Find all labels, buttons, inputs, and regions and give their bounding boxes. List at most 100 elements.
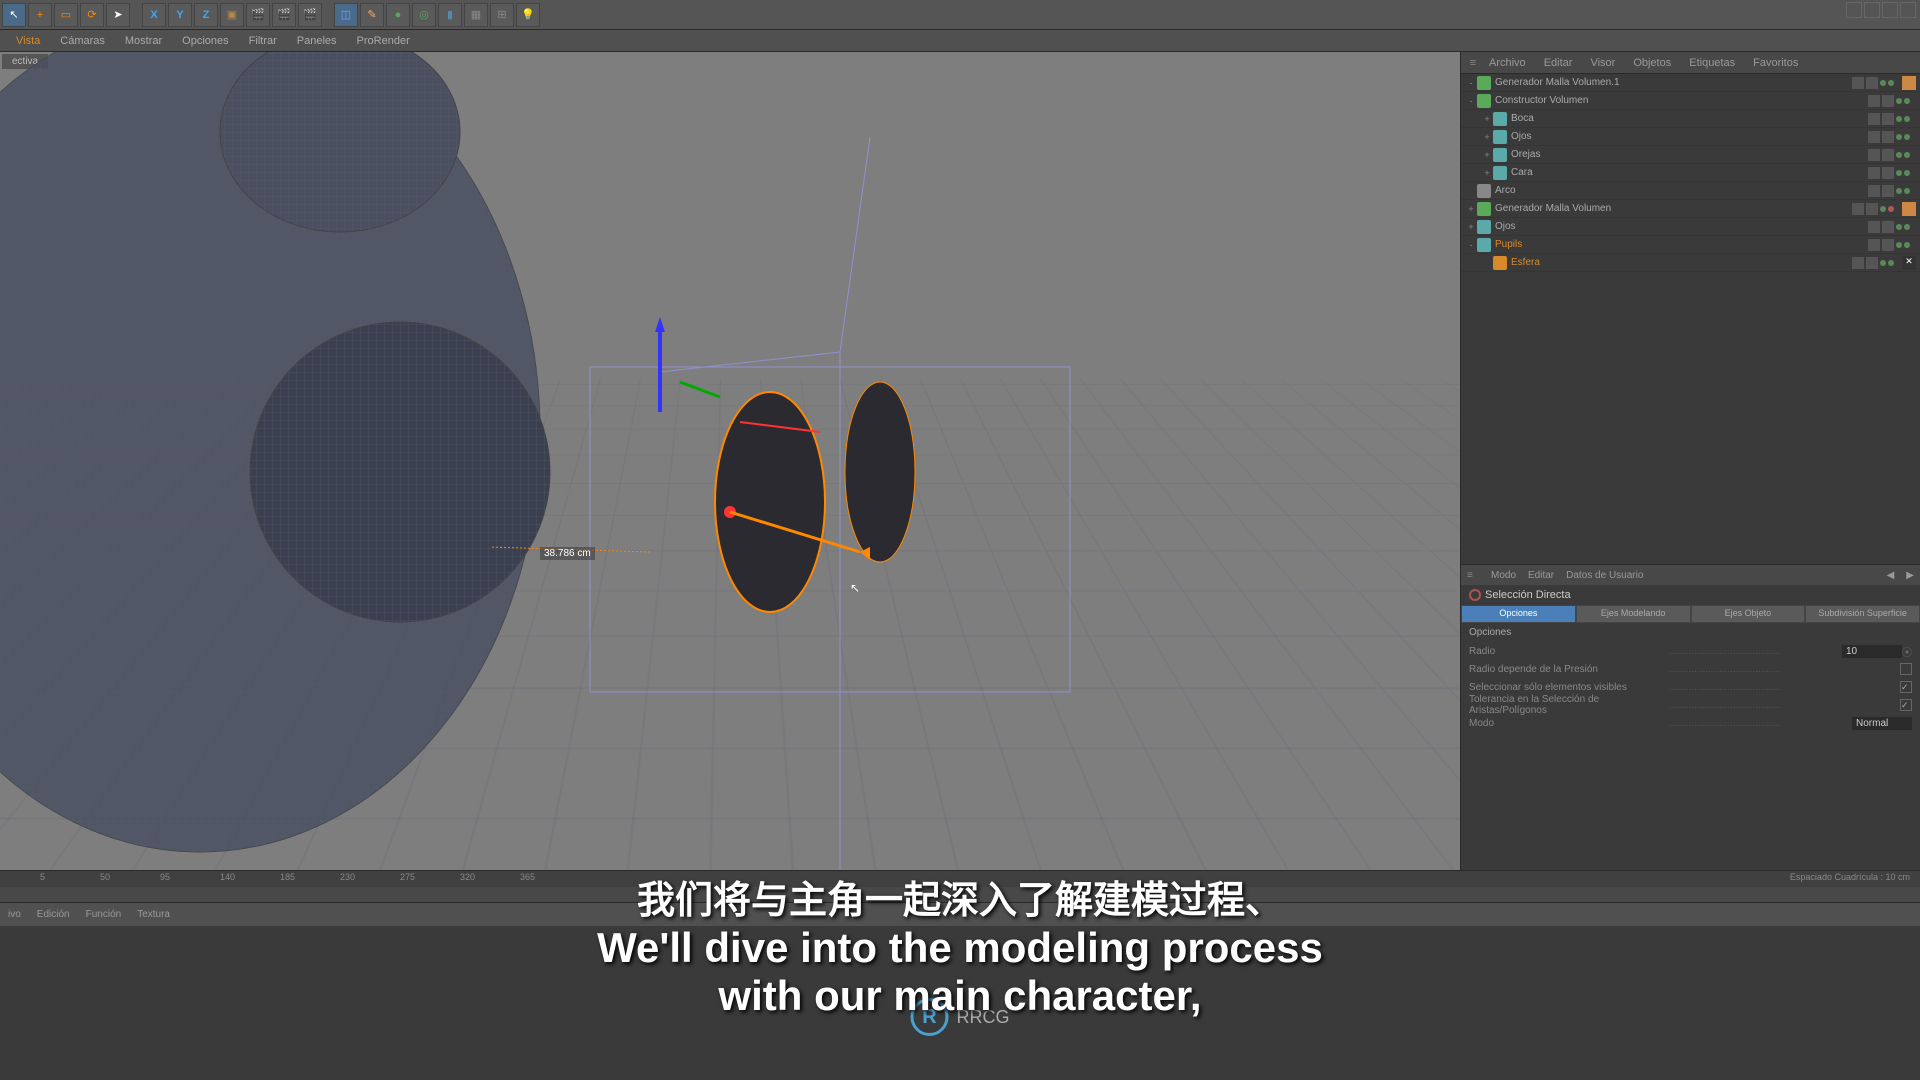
- object-tree[interactable]: - Generador Malla Volumen.1 - Constructor V…: [1461, 74, 1920, 564]
- axis-z-button[interactable]: Z: [194, 3, 218, 27]
- attr-tab-ejes-objeto[interactable]: Ejes Objeto: [1691, 605, 1806, 623]
- layer-check[interactable]: [1868, 221, 1880, 233]
- attr-menu-editar[interactable]: Editar: [1528, 570, 1554, 581]
- layer-check[interactable]: [1852, 203, 1864, 215]
- expand-icon[interactable]: +: [1481, 150, 1493, 160]
- bottom-edicion[interactable]: Edición: [37, 909, 70, 920]
- object-name[interactable]: Boca: [1511, 113, 1868, 124]
- viewport-3d[interactable]: ectiva: [0, 52, 1460, 870]
- visibility-dot[interactable]: [1888, 80, 1894, 86]
- tree-row-ojos[interactable]: +Ojos: [1461, 218, 1920, 236]
- bottom-ivo[interactable]: ivo: [8, 909, 21, 920]
- menu-filtrar[interactable]: Filtrar: [239, 32, 287, 50]
- visibility-dot[interactable]: [1896, 98, 1902, 104]
- object-name[interactable]: Cara: [1511, 167, 1868, 178]
- attr-value[interactable]: Normal: [1852, 717, 1912, 730]
- tree-row-esfera[interactable]: Esfera ✕: [1461, 254, 1920, 272]
- phong-tag-icon[interactable]: [1902, 202, 1916, 216]
- tree-row-generador-malla-volumen-1[interactable]: - Generador Malla Volumen.1: [1461, 74, 1920, 92]
- visibility-dot[interactable]: [1880, 80, 1886, 86]
- layer-check[interactable]: [1882, 167, 1894, 179]
- layer-check[interactable]: [1868, 113, 1880, 125]
- visibility-dot[interactable]: [1896, 152, 1902, 158]
- object-name[interactable]: Generador Malla Volumen.1: [1495, 77, 1852, 88]
- layer-check[interactable]: [1882, 113, 1894, 125]
- tool-refresh[interactable]: ⟳: [80, 3, 104, 27]
- layer-check[interactable]: [1882, 185, 1894, 197]
- layer-check[interactable]: [1852, 77, 1864, 89]
- attr-menu-modo[interactable]: Modo: [1491, 570, 1516, 581]
- expand-icon[interactable]: +: [1465, 204, 1477, 214]
- tool-cam3[interactable]: 🎬: [298, 3, 322, 27]
- tree-row-orejas[interactable]: + Orejas: [1461, 146, 1920, 164]
- vp-icon-4[interactable]: [1900, 2, 1916, 18]
- expand-icon[interactable]: +: [1481, 114, 1493, 124]
- axis-y-button[interactable]: Y: [168, 3, 192, 27]
- obj-menu-archivo[interactable]: Archivo: [1481, 55, 1534, 71]
- attr-checkbox[interactable]: [1900, 681, 1912, 693]
- obj-menu-etiquetas[interactable]: Etiquetas: [1681, 55, 1743, 71]
- expand-icon[interactable]: -: [1465, 78, 1477, 88]
- timeline[interactable]: Espaciado Cuadrícula : 10 cm 55095140185…: [0, 870, 1920, 902]
- layer-check[interactable]: [1852, 257, 1864, 269]
- obj-menu-favoritos[interactable]: Favoritos: [1745, 55, 1806, 71]
- tool-cam1[interactable]: 🎬: [246, 3, 270, 27]
- menu-prorender[interactable]: ProRender: [347, 32, 420, 50]
- tool-rect[interactable]: ▭: [54, 3, 78, 27]
- vp-icon-2[interactable]: [1864, 2, 1880, 18]
- tool-light[interactable]: 💡: [516, 3, 540, 27]
- visibility-dot[interactable]: [1880, 206, 1886, 212]
- visibility-dot[interactable]: [1904, 188, 1910, 194]
- layer-check[interactable]: [1868, 149, 1880, 161]
- tree-row-generador-malla-volumen[interactable]: + Generador Malla Volumen: [1461, 200, 1920, 218]
- phong-tag-icon[interactable]: [1902, 76, 1916, 90]
- object-name[interactable]: Esfera: [1511, 257, 1852, 268]
- object-name[interactable]: Generador Malla Volumen: [1495, 203, 1852, 214]
- layer-check[interactable]: [1866, 257, 1878, 269]
- expand-icon[interactable]: +: [1465, 222, 1477, 232]
- visibility-dot[interactable]: [1904, 98, 1910, 104]
- visibility-dot[interactable]: [1880, 260, 1886, 266]
- layer-check[interactable]: [1868, 131, 1880, 143]
- tool-cube[interactable]: ▣: [220, 3, 244, 27]
- obj-menu-objetos[interactable]: Objetos: [1625, 55, 1679, 71]
- tool-capsule[interactable]: ▮: [438, 3, 462, 27]
- attr-nav-prev[interactable]: ◀: [1887, 570, 1895, 581]
- object-name[interactable]: Orejas: [1511, 149, 1868, 160]
- tool-deform[interactable]: ⊞: [490, 3, 514, 27]
- obj-menu-editar[interactable]: Editar: [1536, 55, 1581, 71]
- tool-pen[interactable]: ✎: [360, 3, 384, 27]
- attr-checkbox[interactable]: [1900, 699, 1912, 711]
- visibility-dot[interactable]: [1904, 134, 1910, 140]
- menu-vista[interactable]: Vista: [6, 32, 50, 50]
- visibility-dot[interactable]: [1896, 116, 1902, 122]
- tool-plus[interactable]: +: [28, 3, 52, 27]
- tree-row-cara[interactable]: + Cara: [1461, 164, 1920, 182]
- attr-nav-next[interactable]: ▶: [1906, 570, 1914, 581]
- tag-icon[interactable]: ✕: [1902, 256, 1916, 270]
- layer-check[interactable]: [1868, 95, 1880, 107]
- visibility-dot[interactable]: [1904, 224, 1910, 230]
- tool-primitive[interactable]: ◫: [334, 3, 358, 27]
- expand-icon[interactable]: +: [1481, 168, 1493, 178]
- visibility-dot[interactable]: [1888, 260, 1894, 266]
- expand-icon[interactable]: -: [1465, 96, 1477, 106]
- visibility-dot[interactable]: [1888, 206, 1894, 212]
- object-name[interactable]: Ojos: [1511, 131, 1868, 142]
- visibility-dot[interactable]: [1904, 242, 1910, 248]
- layer-check[interactable]: [1866, 77, 1878, 89]
- bottom-textura[interactable]: Textura: [137, 909, 170, 920]
- tree-row-ojos[interactable]: +Ojos: [1461, 128, 1920, 146]
- object-name[interactable]: Arco: [1495, 185, 1868, 196]
- object-name[interactable]: Constructor Volumen: [1495, 95, 1868, 106]
- layer-check[interactable]: [1882, 95, 1894, 107]
- tool-torus[interactable]: ◎: [412, 3, 436, 27]
- layer-check[interactable]: [1868, 185, 1880, 197]
- object-name[interactable]: Pupils: [1495, 239, 1868, 250]
- visibility-dot[interactable]: [1896, 224, 1902, 230]
- visibility-dot[interactable]: [1896, 188, 1902, 194]
- layer-check[interactable]: [1882, 149, 1894, 161]
- visibility-dot[interactable]: [1904, 116, 1910, 122]
- tree-row-constructor-volumen[interactable]: - Constructor Volumen: [1461, 92, 1920, 110]
- tree-row-arco[interactable]: Arco: [1461, 182, 1920, 200]
